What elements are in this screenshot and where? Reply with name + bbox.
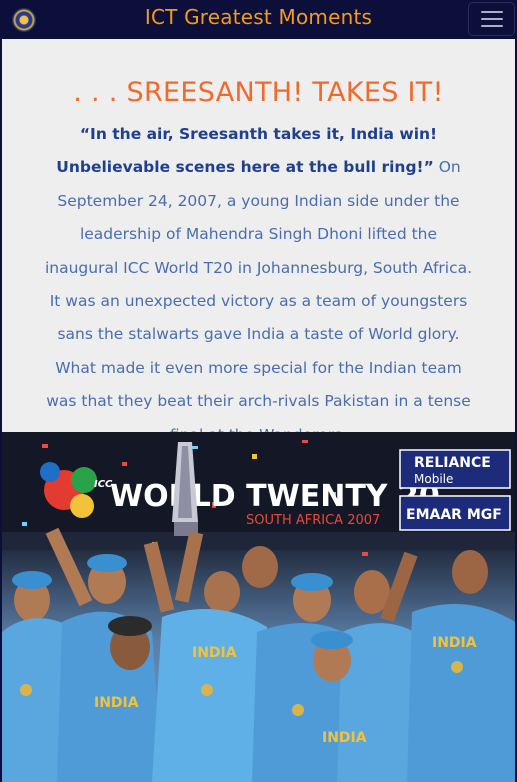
jersey-text: INDIA xyxy=(432,635,477,651)
sponsor-reliance-mobile: Mobile xyxy=(414,472,453,486)
jersey-text: INDIA xyxy=(192,645,237,661)
jersey-text: INDIA xyxy=(322,730,367,746)
menu-bar xyxy=(480,25,503,27)
brand-title[interactable]: ICT Greatest Moments xyxy=(0,5,517,29)
article-headline: . . . SREESANTH! TAKES IT! xyxy=(73,77,444,108)
commentary-quote: “In the air, Sreesanth takes it, India w… xyxy=(56,125,438,177)
sponsor-reliance: RELIANCE xyxy=(414,455,491,471)
article-paragraph: “In the air, Sreesanth takes it, India w… xyxy=(42,118,475,452)
sponsor-emaar: EMAAR MGF xyxy=(406,507,502,523)
article-section: . . . SREESANTH! TAKES IT! “In the air, … xyxy=(2,39,515,444)
team-celebration-photo: ICC WORLD TWENTY 20 SOUTH AFRICA 2007 RE… xyxy=(2,432,515,782)
menu-bar xyxy=(480,18,503,20)
tournament-subtitle: SOUTH AFRICA 2007 xyxy=(246,513,380,528)
hamburger-menu-icon[interactable] xyxy=(468,2,515,36)
jersey-text: INDIA xyxy=(94,695,139,711)
article-body: On September 24, 2007, a young Indian si… xyxy=(44,158,473,443)
tournament-banner: WORLD TWENTY 20 xyxy=(110,479,440,514)
navbar: ICT Greatest Moments xyxy=(0,0,517,39)
menu-bar xyxy=(480,11,503,13)
